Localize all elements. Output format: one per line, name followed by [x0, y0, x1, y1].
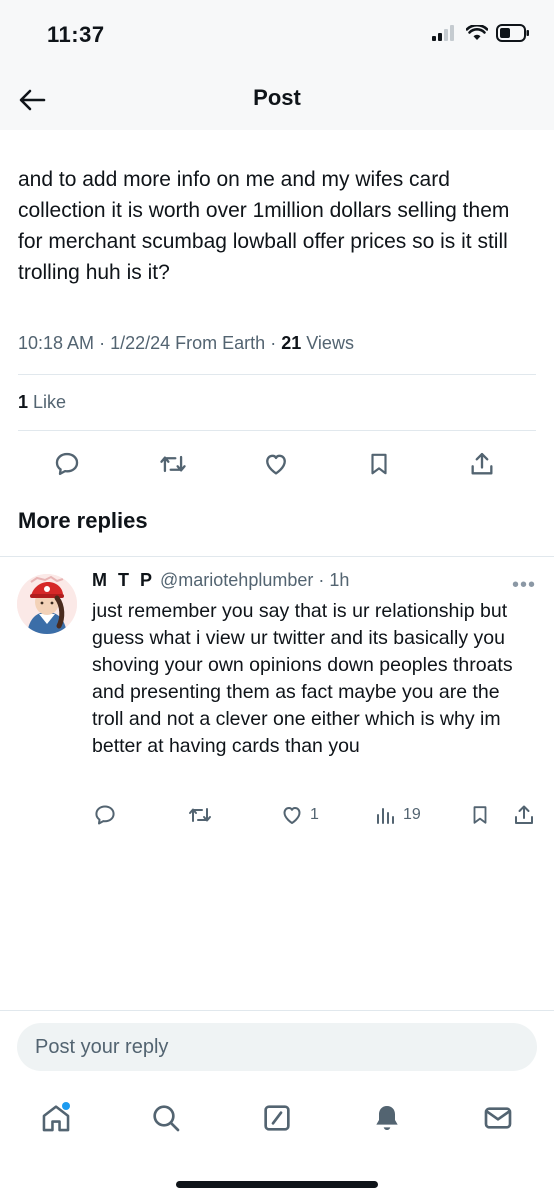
reply-like-button[interactable]: 1 [280, 800, 319, 830]
reply-button[interactable] [47, 444, 87, 484]
post-date: 1/22/24 [110, 333, 171, 353]
reply-more-options-button[interactable]: ••• [512, 574, 536, 597]
post-metadata: 10:18 AM · 1/22/24 From Earth · 21 Views [18, 333, 354, 354]
like-icon [283, 807, 301, 824]
reply-text: just remember you say that is ur relatio… [92, 600, 513, 757]
status-time: 11:37 [47, 22, 105, 47]
avatar[interactable] [17, 574, 77, 634]
tab-notifications[interactable] [367, 1098, 407, 1138]
status-bar: 11:37 [0, 0, 554, 70]
wifi-icon [466, 25, 488, 40]
repost-icon [160, 455, 186, 473]
reply-icon [55, 452, 79, 476]
search-icon [153, 1105, 180, 1132]
bookmark-icon [473, 806, 487, 824]
compose-icon [264, 1105, 290, 1131]
status-icons [432, 24, 530, 42]
tab-messages[interactable] [478, 1098, 518, 1138]
page-title: Post [253, 85, 301, 110]
views-icon [377, 808, 394, 824]
post-action-bar [0, 444, 554, 484]
like-icon [266, 454, 286, 475]
divider [18, 374, 536, 375]
divider [0, 556, 554, 557]
likes-summary[interactable]: 1 Like [18, 392, 66, 413]
reply-like-count: 1 [310, 806, 319, 823]
battery-icon [496, 24, 529, 42]
like-button[interactable] [256, 444, 296, 484]
share-icon [471, 452, 493, 475]
reply-author-name[interactable]: M T P [92, 570, 155, 590]
reply-icon [95, 805, 115, 825]
repost-icon [189, 808, 211, 822]
meta-separator: · [99, 333, 111, 353]
meta-separator: · [313, 570, 330, 590]
reply-bookmark-button[interactable] [469, 800, 491, 830]
reply-repost-button[interactable] [187, 800, 213, 830]
reply-views-button[interactable]: 19 [375, 800, 421, 830]
reply-age: 1h [329, 570, 350, 590]
likes-count: 1 [18, 392, 29, 412]
repost-button[interactable] [153, 444, 193, 484]
meta-separator: · [270, 333, 282, 353]
reply-author-handle[interactable]: @mariotehplumber [160, 570, 313, 590]
divider [0, 1010, 554, 1011]
reply-input[interactable]: Post your reply [17, 1023, 537, 1071]
post-source: From Earth [175, 333, 266, 353]
top-navigation-bar: Post [0, 70, 554, 130]
post-text: and to add more info on me and my wifes … [18, 168, 510, 284]
likes-label: Like [33, 392, 67, 412]
bookmark-button[interactable] [359, 444, 399, 484]
tab-compose[interactable] [257, 1098, 297, 1138]
share-icon [515, 805, 533, 824]
notification-dot [62, 1102, 70, 1110]
views-label: Views [306, 333, 354, 353]
reply-action-bar: 1 19 [0, 800, 554, 830]
messages-icon [484, 1107, 512, 1129]
cellular-signal-icon [432, 25, 454, 41]
more-replies-heading: More replies [18, 508, 148, 533]
reply-share-button[interactable] [512, 800, 536, 830]
avatar-image [17, 574, 77, 634]
share-button[interactable] [462, 444, 502, 484]
notifications-icon [376, 1106, 398, 1130]
bookmark-icon [371, 453, 387, 475]
tab-home[interactable] [36, 1098, 76, 1138]
reply-header: M T P @mariotehplumber · 1h [92, 570, 349, 591]
reply-reply-button[interactable] [93, 800, 117, 830]
tab-search[interactable] [146, 1098, 186, 1138]
bottom-tab-bar [0, 1090, 554, 1146]
views-count: 21 [281, 333, 302, 353]
divider [18, 430, 536, 431]
post-time: 10:18 AM [18, 333, 95, 353]
reply-view-count: 19 [403, 806, 421, 823]
home-indicator [176, 1181, 378, 1188]
